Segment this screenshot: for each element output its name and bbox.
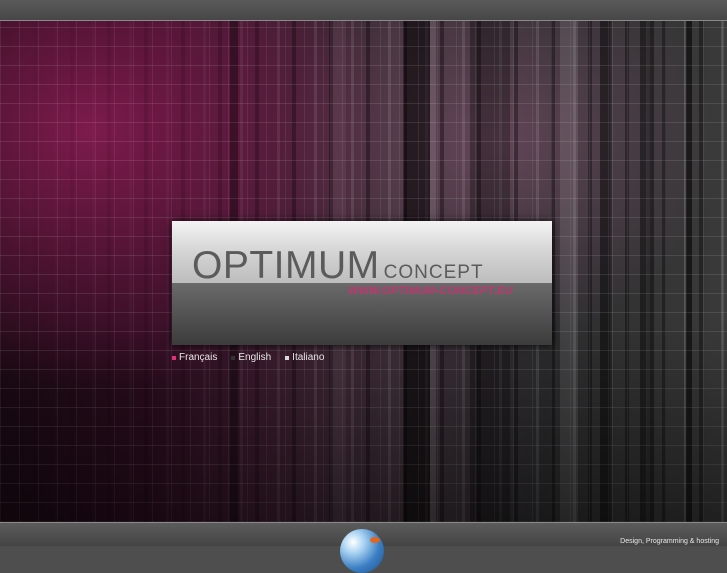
logo-sub-text: CONCEPT: [383, 262, 484, 283]
bullet-square-icon: [285, 355, 290, 360]
flame-icon: [370, 537, 380, 543]
logo-url[interactable]: WWW.OPTIMUM-CONCEPT.EU: [348, 285, 513, 297]
bullet-square-icon: [172, 355, 176, 360]
language-link-francais[interactable]: Français: [172, 352, 217, 363]
bullet-square-icon: [231, 355, 236, 360]
top-bar: [0, 0, 727, 21]
logo-panel[interactable]: OPTIMUM CONCEPT WWW.OPTIMUM-CONCEPT.EU: [172, 221, 552, 345]
background-stage: OPTIMUM CONCEPT WWW.OPTIMUM-CONCEPT.EU Fr…: [0, 21, 727, 522]
language-menu: Français English Italiano: [172, 352, 324, 363]
globe-logo-icon[interactable]: [340, 529, 384, 573]
background-floor-shade: [0, 322, 727, 522]
language-label: English: [238, 352, 272, 363]
footer-bar: Design, Programming & hosting: [0, 522, 727, 573]
language-link-italiano[interactable]: Italiano: [285, 352, 324, 363]
language-label: Français: [179, 352, 218, 363]
language-label: Italiano: [292, 352, 325, 363]
logo-main-text: OPTIMUM: [192, 244, 380, 287]
footer-credit[interactable]: Design, Programming & hosting: [620, 538, 719, 545]
language-link-english[interactable]: English: [231, 352, 271, 363]
